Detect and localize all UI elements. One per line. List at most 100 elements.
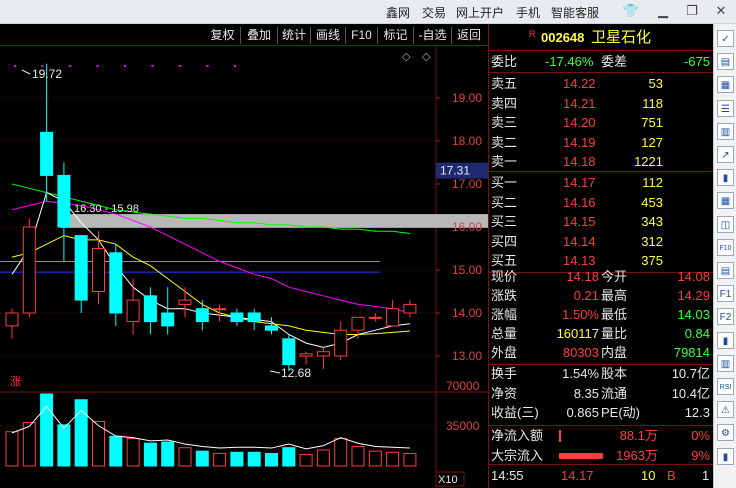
back-button[interactable]: 返回 — [452, 27, 486, 44]
candle-body — [299, 353, 313, 357]
fund-label: 流通 — [601, 385, 628, 401]
price-tick-label: 14.00 — [452, 306, 482, 320]
stat-value: 1.50% — [562, 307, 599, 322]
volume-bar — [334, 438, 348, 467]
stat-value: 0.21 — [573, 288, 599, 303]
tile-icon[interactable]: ◫ — [717, 215, 734, 233]
candle-body — [5, 312, 19, 327]
menu-mobile[interactable]: 手机 — [516, 4, 540, 21]
fund-flow-row[interactable]: 大宗流入 1963万 9% — [489, 446, 714, 466]
candle-body — [195, 308, 209, 323]
chart-icon[interactable]: ▤ — [717, 53, 734, 71]
draw-line-button[interactable]: 画线 — [311, 27, 346, 44]
stock-header: R 002648 卫星石化 — [489, 28, 714, 48]
fund-value: 0.865 — [566, 405, 599, 420]
fundamental-row[interactable]: 换手 1.54% 股本 10.7亿 — [489, 364, 714, 384]
marker-dot — [96, 65, 99, 67]
ask-label: 卖四 — [491, 95, 518, 111]
ask-price: 14.18 — [563, 154, 596, 169]
volume-bar — [299, 454, 313, 467]
stat-label: 最低 — [601, 307, 628, 322]
flow-value: 1963万 — [616, 447, 658, 463]
ask-row[interactable]: 卖四 14.21 118 — [489, 94, 714, 114]
bid-row[interactable]: 买三 14.15 343 — [489, 212, 714, 232]
ask-row[interactable]: 卖一 14.18 1221 — [489, 152, 714, 172]
fundamental-row[interactable]: 收益(三) 0.865 PE(动) 12.3 — [489, 403, 714, 423]
stat-row[interactable]: 总量 160117 量比 0.84 — [489, 324, 714, 344]
bid-row[interactable]: 买一 14.17 112 — [489, 173, 714, 193]
remove-watchlist-button[interactable]: -自选 — [414, 27, 452, 44]
fund-label: 收益(三) — [491, 405, 539, 420]
stat-value: 0.84 — [684, 326, 710, 341]
fund-label: 净资 — [491, 385, 518, 401]
menu-trade[interactable]: 交易 — [422, 4, 446, 21]
volume-bar — [247, 451, 261, 467]
price-tick-label: 17.00 — [452, 177, 482, 191]
side-toolbar: ✓ ▤ ▦ ☰ ▥ ↗ ▮ ▦ ◫ F10 ▤ F1 F2 ▮ ▥ RSI ⚠ ⚙ ▮ — [713, 24, 736, 488]
trend-icon[interactable]: ↗ — [717, 146, 734, 163]
ask-volume: 118 — [642, 95, 663, 111]
table-icon[interactable]: ▦ — [717, 76, 734, 94]
fund-flow-row[interactable]: 净流入额 88.1万 0% — [489, 426, 714, 446]
menu-customer-service[interactable]: 智能客服 — [551, 4, 599, 21]
statistics-button[interactable]: 统计 — [278, 27, 311, 44]
f10-button[interactable]: F10 — [346, 27, 378, 44]
settings-icon[interactable]: ⚙ — [717, 424, 734, 442]
kline-icon[interactable]: ▮ — [717, 331, 734, 349]
volume-icon[interactable]: ▮ — [717, 447, 734, 465]
restore-icon[interactable]: ❐ — [683, 3, 701, 19]
volume-bar — [74, 399, 88, 467]
kline-chart[interactable]: 19.00 18.00 17.00 16.00 15.00 14.00 13.00 17.31… — [0, 46, 488, 488]
bid-row[interactable]: 买四 14.14 312 — [489, 232, 714, 252]
volume-bar — [282, 447, 296, 467]
stat-row[interactable]: 涨跌 0.21 最高 14.29 — [489, 286, 714, 306]
minimize-icon[interactable]: ▁ — [654, 3, 672, 19]
kline-chart-area[interactable]: 19.00 18.00 17.00 16.00 15.00 14.00 13.00 17.31… — [0, 46, 488, 488]
alert-icon[interactable]: ⚠ — [717, 401, 734, 419]
stat-row[interactable]: 现价 14.18 今开 14.08 — [489, 267, 714, 287]
mark-button[interactable]: 标记 — [378, 27, 414, 44]
report-icon[interactable]: ▥ — [717, 122, 734, 140]
volume-bar — [351, 446, 365, 467]
fundamental-row[interactable]: 净资 8.35 流通 10.4亿 — [489, 384, 714, 404]
fund-label: 股本 — [601, 366, 628, 381]
ask-row[interactable]: 卖二 14.19 127 — [489, 133, 714, 153]
volume-bar — [386, 451, 400, 467]
bid-row[interactable]: 买二 14.16 453 — [489, 193, 714, 213]
volume-tick-label: 70000 — [446, 379, 480, 393]
stat-value: 80303 — [562, 345, 599, 360]
bars-icon[interactable]: ▥ — [717, 354, 734, 372]
close-icon[interactable]: ✕ — [712, 3, 730, 19]
volume-bar — [109, 435, 123, 467]
rise-marker: 涨 — [10, 375, 21, 388]
weicha-value: -675 — [683, 54, 710, 69]
ask-price: 14.22 — [563, 76, 596, 91]
f1-icon[interactable]: F1 — [717, 285, 734, 303]
volume-bar — [143, 442, 157, 467]
candle-icon[interactable]: ▮ — [717, 169, 734, 187]
menu-open-account[interactable]: 网上开户 — [456, 4, 504, 21]
grid-icon[interactable]: ▦ — [717, 192, 734, 210]
pin-icon[interactable]: ✓ — [717, 30, 734, 47]
volume-bar — [161, 441, 175, 467]
f10-icon[interactable]: F10 — [717, 238, 734, 256]
doc-icon[interactable]: ▤ — [717, 262, 734, 279]
ask-label: 卖一 — [491, 154, 518, 169]
stat-row[interactable]: 涨幅 1.50% 最低 14.03 — [489, 305, 714, 325]
adjust-button[interactable]: 复权 — [205, 27, 241, 44]
bid-volume: 112 — [642, 175, 663, 190]
ask-row[interactable]: 卖三 14.20 751 — [489, 113, 714, 133]
high-label: 19.72 — [32, 67, 62, 81]
candle-body — [74, 235, 88, 301]
shirt-icon[interactable]: 👕 — [622, 3, 640, 19]
ask-row[interactable]: 卖五 14.22 53 — [489, 74, 714, 94]
stat-row[interactable]: 外盘 80303 内盘 79814 — [489, 343, 714, 363]
fund-value: 10.7亿 — [671, 366, 710, 381]
list-icon[interactable]: ☰ — [717, 99, 734, 117]
menu-xinwang[interactable]: 鑫网 — [386, 4, 410, 21]
top-menu-bar: 鑫网 交易 网上开户 手机 智能客服 👕 ▁ ❐ ✕ — [0, 0, 736, 24]
current-price-text: 17.31 — [440, 164, 470, 178]
rsi-icon[interactable]: RSI — [717, 378, 734, 395]
f2-icon[interactable]: F2 — [717, 308, 734, 326]
overlay-button[interactable]: 叠加 — [241, 27, 278, 44]
